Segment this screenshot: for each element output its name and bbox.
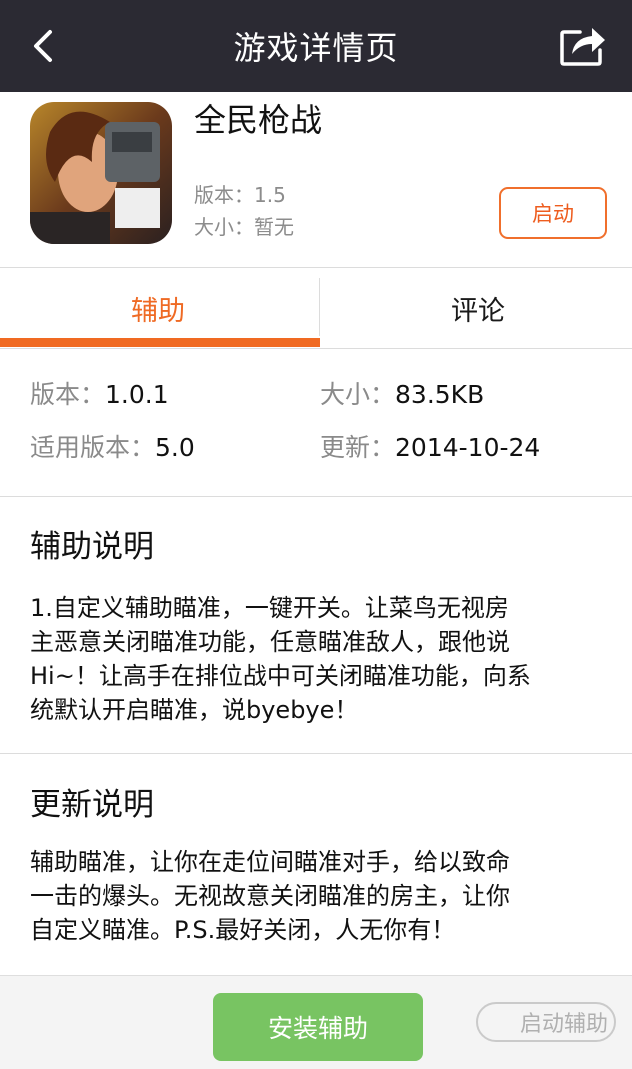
- info-version: 版本：1.0.1: [30, 379, 169, 411]
- tab-divider: [319, 278, 320, 336]
- info-version-label: 版本：: [30, 380, 106, 409]
- update-body: 辅助瞄准，让你在走位间瞄准对手，给以致命 一击的爆头。无视故意关闭瞄准的房主，让…: [30, 845, 610, 947]
- info-update: 更新：2014-10-24: [320, 432, 540, 464]
- assist-section: 辅助说明 1.自定义辅助瞄准，一键开关。让菜鸟无视房 主恶意关闭瞄准功能，任意瞄…: [0, 497, 632, 754]
- info-panel: 版本：1.0.1 大小：83.5KB 适用版本：5.0 更新：2014-10-2…: [0, 348, 632, 497]
- tab-indicator: [0, 338, 320, 347]
- update-line: 一击的爆头。无视故意关闭瞄准的房主，让你: [30, 882, 510, 910]
- info-version-value: 1.0.1: [105, 380, 169, 409]
- share-icon[interactable]: [558, 22, 608, 68]
- info-compat: 适用版本：5.0: [30, 432, 195, 464]
- app-name: 全民枪战: [194, 101, 323, 139]
- app-header: 全民枪战 版本：1.5 大小：暂无 启动: [0, 92, 632, 268]
- page-title: 游戏详情页: [233, 29, 399, 67]
- tab-comments[interactable]: 评论: [320, 268, 632, 348]
- app-version: 版本：1.5: [194, 183, 286, 207]
- launch-button[interactable]: 启动: [499, 187, 607, 239]
- info-size-label: 大小：: [320, 380, 396, 409]
- update-section: 更新说明 辅助瞄准，让你在走位间瞄准对手，给以致命 一击的爆头。无视故意关闭瞄准…: [0, 754, 632, 974]
- app-size: 大小：暂无: [194, 215, 294, 239]
- info-update-value: 2014-10-24: [395, 433, 541, 462]
- assist-line: 主恶意关闭瞄准功能，任意瞄准敌人，跟他说: [30, 628, 510, 656]
- assist-line: Hi~！让高手在排位战中可关闭瞄准功能，向系: [30, 662, 531, 690]
- install-button[interactable]: 安装辅助: [213, 993, 423, 1061]
- tab-bar: 辅助 评论: [0, 268, 632, 349]
- assist-line: 1.自定义辅助瞄准，一键开关。让菜鸟无视房: [30, 594, 509, 622]
- info-size-value: 83.5KB: [395, 380, 485, 409]
- info-update-label: 更新：: [320, 433, 396, 462]
- assist-line: 统默认开启瞄准，说byebye！: [30, 696, 359, 724]
- app-icon: [30, 102, 172, 244]
- bottom-bar: 安装辅助 启动辅助: [0, 975, 632, 1069]
- navbar: 游戏详情页: [0, 0, 632, 92]
- assist-body: 1.自定义辅助瞄准，一键开关。让菜鸟无视房 主恶意关闭瞄准功能，任意瞄准敌人，跟…: [30, 591, 610, 727]
- watermark-text: 启动辅助: [520, 1012, 609, 1037]
- assist-title: 辅助说明: [30, 529, 154, 565]
- info-compat-value: 5.0: [155, 433, 195, 462]
- info-size: 大小：83.5KB: [320, 379, 484, 411]
- info-compat-label: 适用版本：: [30, 433, 156, 462]
- update-title: 更新说明: [30, 787, 154, 823]
- update-line: 自定义瞄准。P.S.最好关闭，人无你有！: [30, 916, 456, 944]
- tab-assist[interactable]: 辅助: [0, 268, 316, 348]
- update-line: 辅助瞄准，让你在走位间瞄准对手，给以致命: [30, 848, 510, 876]
